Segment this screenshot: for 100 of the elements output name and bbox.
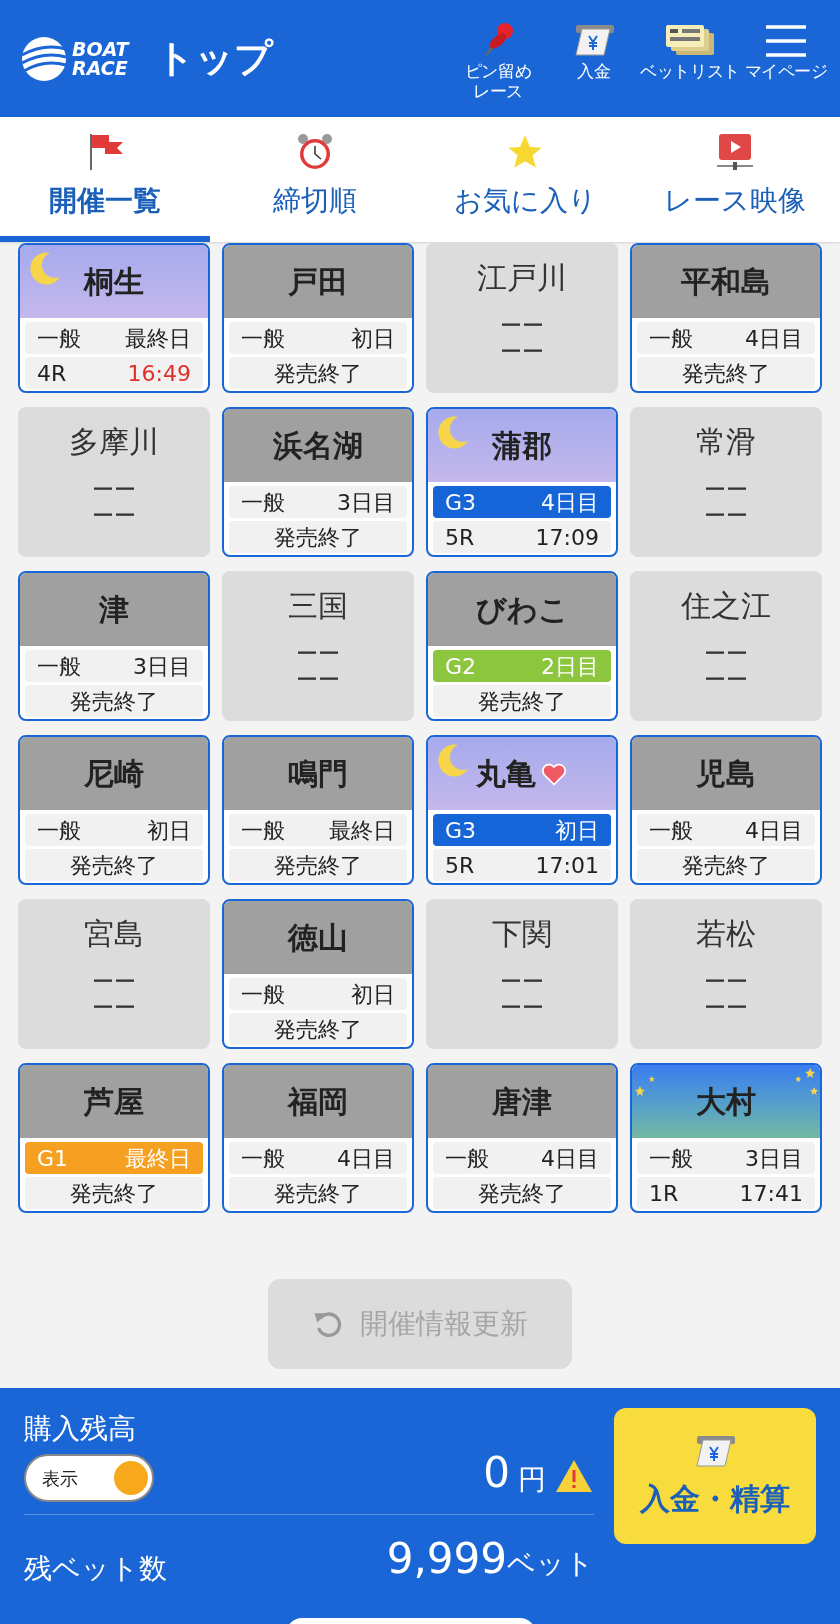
venue-name: 三国 [288,587,348,625]
grade-label: 一般 [445,1144,489,1173]
grade-label: 一般 [649,816,693,845]
sales-status: 発売終了 [274,359,362,388]
venue-card[interactable]: 唐津 一般 4日目 発売終了 [426,1063,618,1213]
venue-card[interactable]: 宮島 ーー ーー [18,899,210,1049]
race-number: 5R [445,523,475,552]
venue-card[interactable]: 鳴門 一般 最終日 発売終了 [222,735,414,885]
venue-card[interactable]: びわこ G2 2日目 発売終了 [426,571,618,721]
venue-name: 桐生 [84,262,144,301]
day-label: 2日目 [541,652,599,681]
venue-name: 常滑 [696,423,756,461]
race-number: 4R [37,359,67,388]
no-race-text: ーー [704,994,748,1021]
venue-card[interactable]: 蒲郡 G3 4日目 5R 17:09 [426,407,618,557]
venue-name: 住之江 [681,587,771,625]
no-race-text: ーー [92,502,136,529]
no-race-text: ーー [92,994,136,1021]
tab[interactable]: お気に入り [420,117,630,242]
day-label: 初日 [147,816,191,845]
grade-label: 一般 [37,324,81,353]
header-action-button[interactable]: マイページ [740,21,832,117]
venue-card[interactable]: 福岡 一般 4日目 発売終了 [222,1063,414,1213]
sales-status: 発売終了 [478,687,566,716]
display-toggle[interactable]: 表示 [24,1454,154,1502]
day-label: 4日目 [541,1144,599,1173]
grade-label: 一般 [241,816,285,845]
venue-name: 徳山 [288,918,348,957]
sales-status: 発売終了 [682,359,770,388]
venue-card[interactable]: 平和島 一般 4日目 発売終了 [630,243,822,393]
day-label: 最終日 [125,324,191,353]
venue-card[interactable]: 児島 一般 4日目 発売終了 [630,735,822,885]
balance-amount: 0 [483,1452,510,1494]
day-label: 最終日 [125,1144,191,1173]
no-race-text: ーー [704,476,748,503]
venue-name: 江戸川 [477,259,567,297]
grade-label: 一般 [649,324,693,353]
grade-label: G3 [445,488,477,517]
sales-status: 発売終了 [70,1179,158,1208]
toggle-knob [114,1461,148,1495]
no-race-text: ーー [500,338,544,365]
day-label: 3日目 [337,488,395,517]
venue-card[interactable]: 浜名湖 一般 3日目 発売終了 [222,407,414,557]
day-label: 4日目 [745,324,803,353]
venue-name: 唐津 [492,1082,552,1121]
venue-card[interactable]: 若松 ーー ーー [630,899,822,1049]
currency-label: 円 [518,1466,546,1494]
grade-label: 一般 [37,652,81,681]
venue-card[interactable]: 丸亀 G3 初日 5R 17:01 [426,735,618,885]
remaining-bets-value: 9,999ベット [386,1533,594,1585]
deposit-button[interactable]: 入金・精算 [614,1408,816,1544]
sales-status: 発売終了 [682,851,770,880]
venue-card[interactable]: 尼崎 一般 初日 発売終了 [18,735,210,885]
venue-card[interactable]: 住之江 ーー ーー [630,571,822,721]
tab[interactable]: レース映像 [630,117,840,242]
venue-card[interactable]: 下関 ーー ーー [426,899,618,1049]
grade-label: 一般 [241,324,285,353]
venue-card[interactable]: 大村 一般 3日目 1R 17:41 [630,1063,822,1213]
venue-name: 平和島 [681,262,771,301]
grade-label: 一般 [241,980,285,1009]
venue-name: 大村 [696,1082,756,1121]
logo-text: BOAT RACE [72,39,129,78]
day-label: 最終日 [329,816,395,845]
no-race-text: ーー [704,640,748,667]
no-race-text: ーー [704,502,748,529]
sales-status: 発売終了 [274,851,362,880]
grade-label: 一般 [649,1144,693,1173]
grade-label: G1 [37,1144,69,1173]
race-number: 1R [649,1179,679,1208]
no-race-text: ーー [704,666,748,693]
venue-card[interactable]: 三国 ーー ーー [222,571,414,721]
remaining-bets-label: 残ベット数 [24,1551,167,1587]
deadline-time: 16:49 [127,359,191,388]
venue-name: 戸田 [288,262,348,301]
venue-card[interactable]: 津 一般 3日目 発売終了 [18,571,210,721]
header-action-button[interactable]: 入金 [548,21,640,117]
grade-label: G3 [445,816,477,845]
grade-label: 一般 [241,488,285,517]
balance-label: 購入残高 [24,1411,137,1447]
venue-name: 丸亀 [476,754,536,793]
sales-status: 発売終了 [478,1179,566,1208]
venue-card[interactable]: 徳山 一般 初日 発売終了 [222,899,414,1049]
sales-status: 発売終了 [70,851,158,880]
no-race-text: ーー [296,640,340,667]
venue-name: 浜名湖 [273,426,363,465]
venue-name: 尼崎 [84,754,144,793]
tab[interactable]: 締切順 [210,117,420,242]
venue-card[interactable]: 戸田 一般 初日 発売終了 [222,243,414,393]
video-player-icon [715,131,755,172]
venue-card[interactable]: 江戸川 ーー ーー [426,243,618,393]
venue-card[interactable]: 常滑 ーー ーー [630,407,822,557]
venue-name: 津 [99,590,129,629]
venue-card[interactable]: 桐生 一般 最終日 4R 16:49 [18,243,210,393]
venue-card[interactable]: 芦屋 G1 最終日 発売終了 [18,1063,210,1213]
day-label: 3日目 [745,1144,803,1173]
header-action-button[interactable]: ピン留めレース [452,21,544,117]
venue-card[interactable]: 多摩川 ーー ーー [18,407,210,557]
deadline-time: 17:41 [739,1179,803,1208]
no-race-text: ーー [500,994,544,1021]
venue-name: 宮島 [84,915,144,953]
